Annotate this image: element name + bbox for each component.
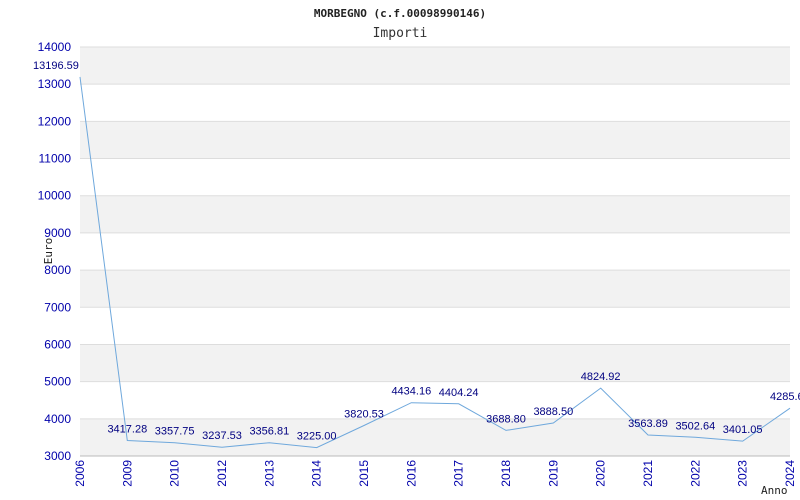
x-tick-labels: 2006 2009 2010 2012 2013 2014 2015 2016 2017 2018… (73, 460, 797, 487)
y-tick-label: 4000 (44, 412, 71, 426)
x-tick-label: 2022 (688, 460, 702, 487)
grid-band (80, 121, 790, 159)
data-label: 3417.28 (107, 423, 147, 435)
grid-band (80, 270, 790, 308)
x-tick-label: 2023 (736, 460, 750, 487)
x-tick-label: 2020 (594, 460, 608, 487)
x-tick-label: 2009 (120, 460, 134, 487)
y-tick-label: 5000 (44, 375, 71, 389)
x-tick-label: 2012 (215, 460, 229, 487)
x-axis-label: Anno (761, 484, 788, 497)
grid-band (80, 195, 790, 233)
data-label: 4404.24 (439, 387, 479, 399)
y-tick-label: 6000 (44, 337, 71, 351)
y-tick-label: 7000 (44, 300, 71, 314)
grid-band (80, 47, 790, 85)
x-tick-label: 2015 (357, 460, 371, 487)
data-label: 4824.92 (581, 371, 621, 383)
chart-title: MORBEGNO (c.f.00098990146) (314, 7, 486, 20)
x-tick-label: 2014 (310, 460, 324, 487)
x-tick-label: 2019 (546, 460, 560, 487)
data-label: 3820.53 (344, 408, 384, 420)
data-label: 3356.81 (249, 426, 289, 438)
x-tick-label: 2018 (499, 460, 513, 487)
y-tick-label: 12000 (38, 114, 72, 128)
x-tick-label: 2017 (452, 460, 466, 487)
x-tick-label: 2016 (404, 460, 418, 487)
x-tick-label: 2013 (262, 460, 276, 487)
data-label: 3563.89 (628, 418, 668, 430)
chart-subtitle: Importi (373, 26, 428, 41)
gridlines (80, 46, 790, 457)
data-label: 3225.00 (297, 431, 337, 443)
data-label: 3688.80 (486, 413, 526, 425)
data-label: 13196.59 (33, 60, 79, 72)
y-tick-label: 11000 (39, 152, 72, 166)
x-tick-label: 2006 (73, 460, 87, 487)
y-axis-label: Euro (42, 238, 55, 265)
x-tick-label: 2010 (168, 460, 182, 487)
x-tick-label: 2024 (783, 460, 797, 487)
y-tick-label: 10000 (38, 189, 72, 203)
data-label: 3237.53 (202, 430, 242, 442)
grid-bands (80, 47, 790, 456)
data-label: 3502.64 (675, 420, 715, 432)
grid-band (80, 344, 790, 382)
y-tick-label: 13000 (38, 77, 72, 91)
data-label: 4434.16 (391, 386, 431, 398)
data-label: 4285.6 (770, 391, 800, 403)
x-tick-label: 2021 (641, 460, 655, 487)
y-tick-label: 3000 (44, 449, 71, 463)
y-tick-label: 14000 (38, 40, 72, 54)
data-label: 3888.50 (533, 406, 573, 418)
data-label: 3401.05 (723, 424, 763, 436)
chart: 3000400050006000700080009000100001100012… (33, 7, 800, 497)
data-labels: 13196.59 3417.28 3357.75 3237.53 3356.81 3225… (33, 60, 800, 443)
data-label: 3357.75 (155, 426, 195, 438)
